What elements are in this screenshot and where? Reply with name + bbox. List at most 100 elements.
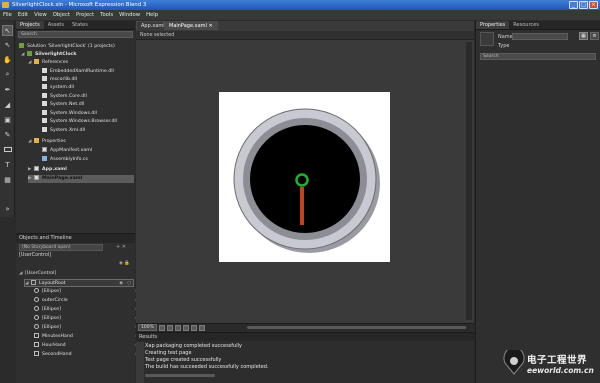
xaml-file-icon bbox=[34, 175, 39, 180]
list-item[interactable]: System.Net.dll bbox=[42, 101, 84, 109]
rendering-icon[interactable] bbox=[166, 324, 173, 331]
ellipse-icon bbox=[34, 288, 39, 293]
snap-lines-icon[interactable] bbox=[190, 324, 197, 331]
node-label: HourHand bbox=[42, 343, 66, 348]
layout-grid-icon[interactable]: ▦ bbox=[2, 174, 13, 185]
watermark-brand: 电子工程世界 bbox=[527, 355, 588, 366]
solution-node[interactable]: Solution 'SilverlightClock' (1 projects) bbox=[19, 43, 115, 51]
annotations-icon[interactable] bbox=[198, 324, 205, 331]
project-icon bbox=[27, 51, 32, 56]
dll-icon bbox=[42, 84, 47, 89]
objects-timeline-panel: Objects and Timeline (No Storyboard open… bbox=[16, 233, 147, 383]
tab-resources[interactable]: Resources bbox=[509, 21, 543, 29]
close-button[interactable]: × bbox=[589, 1, 598, 9]
zoom-icon[interactable]: ⌕ bbox=[2, 69, 13, 80]
properties-search-input[interactable]: Search bbox=[480, 53, 596, 60]
vertical-scrollbar[interactable] bbox=[466, 42, 472, 320]
list-item[interactable]: System.Core.dll bbox=[42, 93, 87, 101]
dll-icon bbox=[42, 110, 47, 115]
properties-view-icon[interactable]: ▦ bbox=[579, 32, 588, 40]
tab-properties[interactable]: Properties bbox=[476, 21, 510, 29]
name-field[interactable] bbox=[512, 33, 568, 40]
tree-item[interactable]: [Ellipse]◉○ bbox=[34, 315, 149, 323]
file-label: App.xaml bbox=[42, 167, 67, 172]
eyedropper-icon[interactable]: ✒ bbox=[2, 84, 13, 95]
menu-tools[interactable]: Tools bbox=[100, 12, 113, 18]
menu-edit[interactable]: Edit bbox=[18, 12, 28, 18]
list-item[interactable]: System.Windows.dll bbox=[42, 110, 97, 118]
tab-projects[interactable]: Projects bbox=[16, 21, 44, 29]
eye-icon[interactable]: ◉ bbox=[119, 280, 123, 288]
close-icon[interactable]: ✕ bbox=[209, 23, 213, 29]
ellipse-icon bbox=[34, 297, 39, 302]
artboard[interactable] bbox=[219, 92, 390, 262]
minimize-button[interactable]: _ bbox=[569, 1, 578, 9]
tree-item[interactable]: SecondHand◉○ bbox=[34, 351, 149, 359]
list-item[interactable]: EmbeddedXamlRuntime.dll bbox=[42, 68, 114, 76]
horizontal-scrollbar[interactable] bbox=[246, 326, 466, 329]
direct-select-icon[interactable]: ⇖ bbox=[2, 39, 13, 50]
list-item[interactable]: system.dll bbox=[42, 84, 74, 92]
dll-icon bbox=[42, 68, 47, 73]
watermark: 电子工程世界 eeworld.com.cn bbox=[503, 346, 598, 380]
zoom-level[interactable]: 100% bbox=[138, 324, 157, 331]
app-xaml-item[interactable]: ▶ App.xaml bbox=[28, 166, 67, 174]
lock-icon[interactable]: ○ bbox=[127, 280, 131, 288]
list-item[interactable]: mscorlib.dll bbox=[42, 76, 77, 84]
tree-item[interactable]: [Ellipse]◉○ bbox=[34, 324, 149, 332]
list-item[interactable]: AssemblyInfo.cs bbox=[42, 156, 88, 164]
file-label: System.Core.dll bbox=[50, 94, 87, 99]
tab-assets[interactable]: Assets bbox=[44, 21, 68, 29]
menu-file[interactable]: File bbox=[3, 12, 12, 18]
brush-transform-icon[interactable]: ▣ bbox=[2, 114, 13, 125]
list-item[interactable]: System.Windows.Browser.dll bbox=[42, 118, 117, 126]
doc-tab-mainpage-xaml[interactable]: MainPage.xaml ✕ bbox=[164, 21, 218, 30]
properties-folder[interactable]: ◢ Properties bbox=[28, 138, 66, 146]
menu-project[interactable]: Project bbox=[76, 12, 94, 18]
layoutroot-node[interactable]: ◢ LayoutRoot ◉ ○ bbox=[24, 279, 134, 287]
asset-library-icon[interactable]: » bbox=[2, 203, 13, 214]
usercontrol-node[interactable]: ◢ [UserControl] bbox=[19, 270, 134, 278]
tree-item[interactable]: MinutesHand◉○ bbox=[34, 333, 149, 341]
tree-item[interactable]: [Ellipse]◉○ bbox=[34, 288, 149, 296]
projects-search-input[interactable]: Search bbox=[18, 31, 133, 38]
rectangle-icon[interactable] bbox=[2, 144, 13, 155]
tree-item[interactable]: outerCircle◉○ bbox=[34, 297, 149, 305]
menu-window[interactable]: Window bbox=[119, 12, 140, 18]
project-node[interactable]: ◢ SilverlightClock bbox=[21, 51, 76, 59]
references-folder[interactable]: ◢ References bbox=[28, 59, 68, 67]
menu-help[interactable]: Help bbox=[146, 12, 158, 18]
rectangle-icon bbox=[34, 351, 39, 356]
menu-object[interactable]: Object bbox=[53, 12, 70, 18]
results-scrollbar[interactable] bbox=[145, 374, 215, 377]
results-line: Creating test page bbox=[145, 350, 192, 356]
grid-toggle-icon[interactable] bbox=[174, 324, 181, 331]
toolbox: ↖ ⇖ ✋ ⌕ ✒ ◢ ▣ ✎ T ▦ » bbox=[0, 21, 15, 217]
list-item[interactable]: AppManifest.xaml bbox=[42, 147, 92, 155]
node-label: outerCircle bbox=[42, 298, 68, 303]
tree-item[interactable]: HourHand◉○ bbox=[34, 342, 149, 350]
doc-tab-label: App.xaml bbox=[141, 23, 165, 29]
paint-bucket-icon[interactable]: ◢ bbox=[2, 99, 13, 110]
events-view-icon[interactable]: ≡ bbox=[590, 32, 599, 40]
file-label: System.Net.dll bbox=[50, 102, 85, 107]
pen-icon[interactable]: ✎ bbox=[2, 129, 13, 140]
storyboard-selector[interactable]: (No Storyboard open) bbox=[19, 244, 103, 251]
tab-states[interactable]: States bbox=[68, 21, 92, 29]
clock-face bbox=[250, 125, 360, 233]
pan-hand-icon[interactable]: ✋ bbox=[2, 54, 13, 65]
snap-grid-icon[interactable] bbox=[182, 324, 189, 331]
menu-view[interactable]: View bbox=[34, 12, 47, 18]
text-icon[interactable]: T bbox=[2, 159, 13, 170]
mainpage-xaml-item[interactable]: ▶ MainPage.xaml bbox=[28, 175, 134, 183]
dll-icon bbox=[42, 101, 47, 106]
element-preview-icon bbox=[480, 32, 494, 46]
list-item[interactable]: System.Xml.dll bbox=[42, 127, 85, 135]
add-storyboard-icon[interactable]: + ✕ bbox=[116, 244, 126, 250]
fit-icon[interactable] bbox=[158, 324, 165, 331]
selection-arrow-icon[interactable]: ↖ bbox=[2, 25, 13, 36]
cs-file-icon bbox=[42, 156, 47, 161]
tree-item[interactable]: [Ellipse]◉○ bbox=[34, 306, 149, 314]
maximize-button[interactable]: □ bbox=[579, 1, 588, 9]
hour-hand bbox=[300, 187, 304, 225]
